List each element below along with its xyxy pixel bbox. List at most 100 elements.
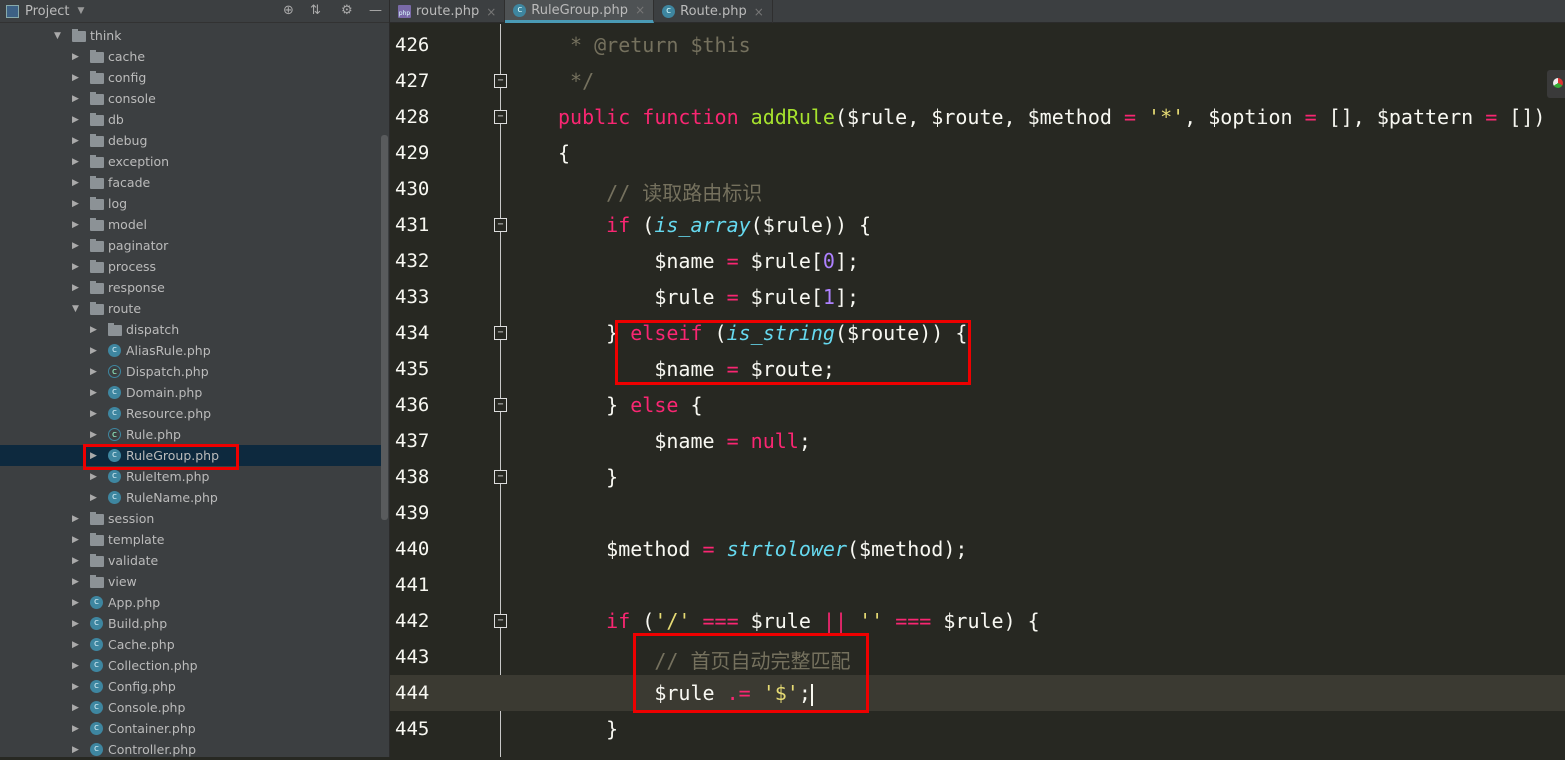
browser-preview-icon[interactable] <box>1547 70 1565 98</box>
tree-item[interactable]: ▶ c Cache.php <box>0 634 381 655</box>
collapsed-arrow-icon[interactable]: ▶ <box>90 409 97 419</box>
tree-item[interactable]: ▶ c Domain.php <box>0 382 381 403</box>
tree-item[interactable]: ▶ validate <box>0 550 381 571</box>
collapsed-arrow-icon[interactable]: ▶ <box>72 703 79 713</box>
tree-item[interactable]: ▶ template <box>0 529 381 550</box>
code-line[interactable]: 441 <box>390 567 1565 603</box>
tree-item[interactable]: ▶ debug <box>0 130 381 151</box>
code-line[interactable]: 439 <box>390 495 1565 531</box>
collapsed-arrow-icon[interactable]: ▶ <box>72 682 79 692</box>
collapsed-arrow-icon[interactable]: ▶ <box>72 52 79 62</box>
tree-item[interactable]: ▶ c App.php <box>0 592 381 613</box>
collapsed-arrow-icon[interactable]: ▶ <box>90 430 97 440</box>
collapsed-arrow-icon[interactable]: ▶ <box>72 115 79 125</box>
fold-start-icon[interactable]: − <box>494 614 507 628</box>
code-line[interactable]: 445 } <box>390 711 1565 747</box>
gear-icon[interactable]: ⚙ <box>341 3 353 18</box>
code-line[interactable]: 437 $name = null; <box>390 423 1565 459</box>
collapsed-arrow-icon[interactable]: ▶ <box>72 94 79 104</box>
collapsed-arrow-icon[interactable]: ▶ <box>72 640 79 650</box>
sidebar-scrollbar[interactable] <box>381 135 388 520</box>
tab-rulegroup-php[interactable]: c RuleGroup.php × <box>505 0 655 23</box>
tree-item[interactable]: ▶ db <box>0 109 381 130</box>
collapsed-arrow-icon[interactable]: ▶ <box>90 451 97 461</box>
code-line[interactable]: 444 $rule .= '$'; <box>390 675 1565 711</box>
fold-start-icon[interactable]: − <box>494 398 507 412</box>
code-line[interactable]: 432 $name = $rule[0]; <box>390 243 1565 279</box>
tree-item[interactable]: ▶ c Config.php <box>0 676 381 697</box>
tree-item[interactable]: ▶ c Rule.php <box>0 424 381 445</box>
tree-item[interactable]: ▶ c RuleName.php <box>0 487 381 508</box>
tree-item[interactable]: ▶ facade <box>0 172 381 193</box>
tab-route-php[interactable]: c Route.php × <box>654 0 773 23</box>
tree-item[interactable]: ▶ console <box>0 88 381 109</box>
collapsed-arrow-icon[interactable]: ▶ <box>72 73 79 83</box>
tree-item[interactable]: ▶ exception <box>0 151 381 172</box>
collapsed-arrow-icon[interactable]: ▶ <box>72 514 79 524</box>
expanded-arrow-icon[interactable]: ▼ <box>54 31 61 41</box>
collapsed-arrow-icon[interactable]: ▶ <box>72 136 79 146</box>
collapsed-arrow-icon[interactable]: ▶ <box>72 724 79 734</box>
close-icon[interactable]: × <box>635 3 645 17</box>
expanded-arrow-icon[interactable]: ▼ <box>72 304 79 314</box>
tree-item[interactable]: ▶ paginator <box>0 235 381 256</box>
tree-item[interactable]: ▶ session <box>0 508 381 529</box>
tree-item[interactable]: ▶ c AliasRule.php <box>0 340 381 361</box>
tree-item[interactable]: ▶ c Build.php <box>0 613 381 634</box>
fold-start-icon[interactable]: − <box>494 326 507 340</box>
tree-item[interactable]: ▶ c RuleGroup.php <box>0 445 381 466</box>
collapsed-arrow-icon[interactable]: ▶ <box>90 325 97 335</box>
tree-item[interactable]: ▶ log <box>0 193 381 214</box>
code-line[interactable]: 431 − if (is_array($rule)) { <box>390 207 1565 243</box>
collapsed-arrow-icon[interactable]: ▶ <box>90 493 97 503</box>
code-line[interactable]: 428 − public function addRule($rule, $rout… <box>390 99 1565 135</box>
code-line[interactable]: 430 // 读取路由标识 <box>390 171 1565 207</box>
collapsed-arrow-icon[interactable]: ▶ <box>72 745 79 755</box>
code-line[interactable]: 429 { <box>390 135 1565 171</box>
collapsed-arrow-icon[interactable]: ▶ <box>90 472 97 482</box>
tree-item[interactable]: ▶ c Console.php <box>0 697 381 718</box>
tree-item[interactable]: ▶ c RuleItem.php <box>0 466 381 487</box>
collapsed-arrow-icon[interactable]: ▶ <box>72 283 79 293</box>
code-line[interactable]: 426 * @return $this <box>390 27 1565 63</box>
tree-item[interactable]: ▶ c Dispatch.php <box>0 361 381 382</box>
tree-item[interactable]: ▶ c Collection.php <box>0 655 381 676</box>
collapsed-arrow-icon[interactable]: ▶ <box>90 346 97 356</box>
tree-item[interactable]: ▼ route <box>0 298 381 319</box>
close-icon[interactable]: × <box>754 5 764 19</box>
fold-end-icon[interactable]: − <box>494 74 507 88</box>
tree-item[interactable]: ▶ dispatch <box>0 319 381 340</box>
tree-item[interactable]: ▶ view <box>0 571 381 592</box>
code-line[interactable]: 440 $method = strtolower($method); <box>390 531 1565 567</box>
fold-start-icon[interactable]: − <box>494 218 507 232</box>
tree-item[interactable]: ▶ response <box>0 277 381 298</box>
tree-item[interactable]: ▶ model <box>0 214 381 235</box>
code-line[interactable]: 443 // 首页自动完整匹配 <box>390 639 1565 675</box>
code-line[interactable]: 427 − */ <box>390 63 1565 99</box>
project-title[interactable]: Project <box>25 4 69 19</box>
collapsed-arrow-icon[interactable]: ▶ <box>72 178 79 188</box>
code-editor[interactable]: 426 * @return $this 427 − */ 428 − public fun… <box>390 24 1565 757</box>
code-line[interactable]: 435 $name = $route; <box>390 351 1565 387</box>
tab-route-php[interactable]: php route.php × <box>390 0 506 23</box>
tree-item[interactable]: ▶ cache <box>0 46 381 67</box>
collapsed-arrow-icon[interactable]: ▶ <box>90 388 97 398</box>
fold-end-icon[interactable]: − <box>494 470 507 484</box>
collapsed-arrow-icon[interactable]: ▶ <box>72 661 79 671</box>
collapsed-arrow-icon[interactable]: ▶ <box>72 577 79 587</box>
collapsed-arrow-icon[interactable]: ▶ <box>90 367 97 377</box>
tree-item[interactable]: ▶ c Resource.php <box>0 403 381 424</box>
tree-item[interactable]: ▶ config <box>0 67 381 88</box>
tree-item[interactable]: ▼ think <box>0 25 381 46</box>
collapsed-arrow-icon[interactable]: ▶ <box>72 556 79 566</box>
fold-start-icon[interactable]: − <box>494 110 507 124</box>
collapse-all-icon[interactable]: ⇅ <box>310 3 321 18</box>
code-line[interactable]: 434 − } elseif (is_string($route)) { <box>390 315 1565 351</box>
locate-icon[interactable]: ⊕ <box>283 3 294 18</box>
minimize-icon[interactable]: — <box>369 3 382 18</box>
chevron-down-icon[interactable]: ▼ <box>77 6 84 16</box>
code-line[interactable]: 442 − if ('/' === $rule || '' === $rule) … <box>390 603 1565 639</box>
tree-item[interactable]: ▶ c Container.php <box>0 718 381 739</box>
collapsed-arrow-icon[interactable]: ▶ <box>72 535 79 545</box>
collapsed-arrow-icon[interactable]: ▶ <box>72 157 79 167</box>
